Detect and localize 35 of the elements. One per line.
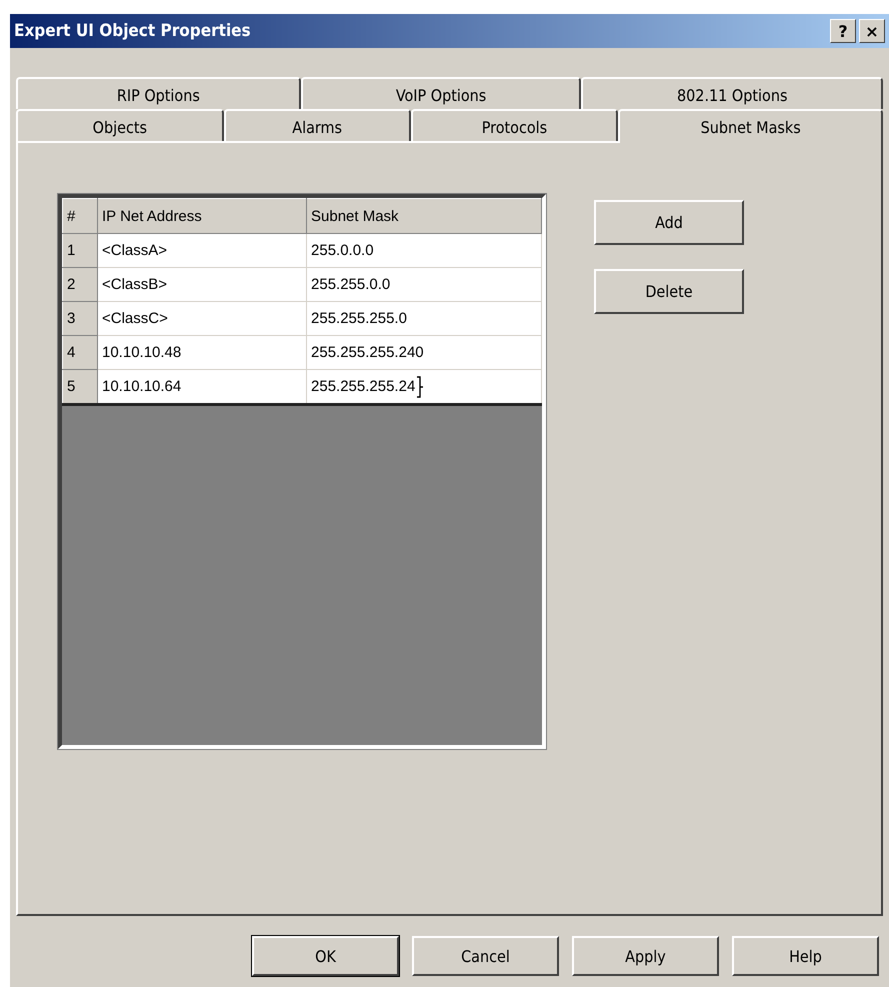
table-cell[interactable]: 255.255.255.24 bbox=[306, 370, 542, 404]
row-header: 2 bbox=[62, 268, 98, 302]
add-button[interactable]: Add bbox=[594, 200, 744, 245]
tab[interactable]: 802.11 Options bbox=[581, 77, 883, 109]
text-cursor-icon bbox=[416, 376, 424, 398]
table-cell[interactable]: 255.0.0.0 bbox=[306, 234, 542, 268]
dialog-button[interactable]: OK bbox=[252, 936, 399, 976]
dialog-button[interactable]: Help bbox=[732, 936, 879, 976]
help-button[interactable]: ? bbox=[830, 19, 856, 43]
table-cell[interactable]: <ClassC> bbox=[98, 302, 307, 336]
table-cell[interactable]: 255.255.255.240 bbox=[306, 336, 542, 370]
table-cell[interactable]: 255.255.0.0 bbox=[306, 268, 542, 302]
table-cell[interactable]: <ClassA> bbox=[98, 234, 307, 268]
tab[interactable]: Protocols bbox=[410, 109, 618, 141]
table-cell[interactable]: <ClassB> bbox=[98, 268, 307, 302]
row-header: 5 bbox=[62, 370, 98, 404]
row-header: 4 bbox=[62, 336, 98, 370]
delete-button[interactable]: Delete bbox=[594, 269, 744, 314]
tab[interactable]: VoIP Options bbox=[300, 77, 582, 109]
row-header: 3 bbox=[62, 302, 98, 336]
column-header[interactable]: Subnet Mask bbox=[306, 198, 542, 234]
column-header[interactable]: IP Net Address bbox=[98, 198, 307, 234]
table-cell[interactable]: 255.255.255.0 bbox=[306, 302, 542, 336]
close-button[interactable]: × bbox=[859, 19, 885, 43]
row-header: 1 bbox=[62, 234, 98, 268]
window-title: Expert UI Object Properties bbox=[14, 21, 251, 41]
tab[interactable]: Objects bbox=[16, 109, 224, 141]
tab[interactable]: RIP Options bbox=[16, 77, 301, 109]
dialog-button[interactable]: Cancel bbox=[412, 936, 559, 976]
column-header[interactable]: # bbox=[62, 198, 98, 234]
table-cell[interactable]: 10.10.10.48 bbox=[98, 336, 307, 370]
tab[interactable]: Alarms bbox=[224, 109, 411, 141]
table-cell[interactable]: 10.10.10.64 bbox=[98, 370, 307, 404]
tab[interactable]: Subnet Masks bbox=[618, 109, 884, 143]
dialog-button[interactable]: Apply bbox=[572, 936, 719, 976]
